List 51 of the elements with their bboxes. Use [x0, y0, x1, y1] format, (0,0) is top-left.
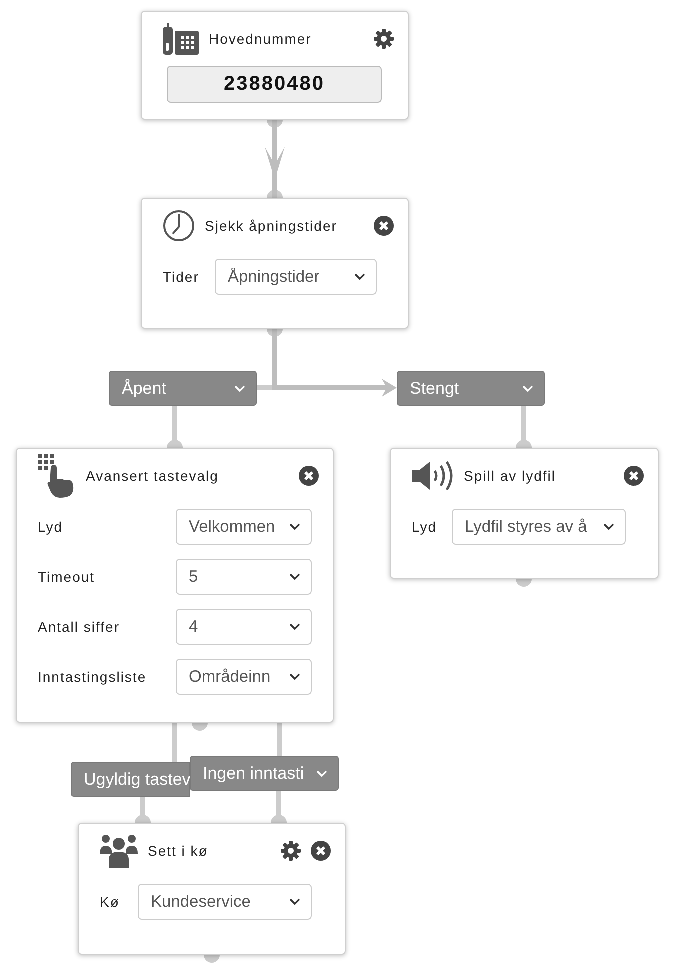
connector-line — [257, 386, 275, 390]
branch-dropdown[interactable]: Åpent — [109, 371, 257, 406]
flow-node-card[interactable]: Sett i kø Kø Kundeservice — [78, 823, 346, 955]
node-title: Avansert tastevalg — [86, 468, 219, 484]
branch-dropdown[interactable]: Ingen inntasti — [190, 756, 339, 791]
field-label: Antall siffer — [38, 619, 121, 635]
branch-dropdown[interactable]: Ugyldig tastev — [71, 762, 190, 797]
chevron-icon — [354, 273, 366, 281]
settings-icon[interactable] — [374, 29, 394, 49]
chevron-icon — [603, 523, 615, 531]
clock-icon — [163, 210, 195, 242]
close-icon[interactable] — [374, 216, 394, 236]
field-label: Inntastingsliste — [38, 669, 148, 685]
chevron-icon — [289, 573, 301, 581]
node-title: Sett i kø — [148, 843, 208, 859]
field-label: Lyd — [412, 519, 438, 535]
field-label: Timeout — [38, 569, 96, 585]
chevron-icon — [316, 770, 328, 778]
chevron-icon — [234, 384, 246, 392]
flow-node-card[interactable]: Avansert tastevalg Lyd Velkommen Timeout 5 Antall siffer 4 Inntastingsliste Områdeinn — [16, 448, 334, 723]
dropdown[interactable]: Kundeservice — [138, 884, 312, 920]
branch-dropdown[interactable]: Stengt — [397, 371, 545, 406]
dropdown[interactable]: 5 — [176, 559, 312, 595]
dropdown[interactable]: 4 — [176, 609, 312, 645]
chevron-icon — [289, 898, 301, 906]
connector-line — [172, 723, 178, 762]
field-label: Lyd — [38, 519, 64, 535]
node-title: Spill av lydfil — [464, 468, 556, 484]
keypad-hand-icon — [38, 454, 76, 498]
field-label: Kø — [100, 894, 121, 910]
node-title: Hovednummer — [209, 31, 312, 47]
connector-line — [278, 723, 282, 756]
close-icon[interactable] — [311, 841, 331, 861]
chevron-icon — [289, 623, 301, 631]
close-icon[interactable] — [624, 466, 644, 486]
chevron-icon — [289, 523, 301, 531]
phone-number-field[interactable]: 23880480 — [167, 66, 382, 103]
people-icon — [100, 834, 138, 868]
field-label: Tider — [163, 269, 200, 285]
dropdown[interactable]: Lydfil styres av å — [452, 509, 626, 545]
dropdown[interactable]: Velkommen — [176, 509, 312, 545]
flow-node-card[interactable]: Spill av lydfil Lyd Lydfil styres av å — [390, 448, 659, 579]
speaker-icon — [412, 460, 454, 492]
chevron-icon — [522, 384, 534, 392]
close-icon[interactable] — [299, 466, 319, 486]
dropdown[interactable]: Områdeinn — [176, 659, 312, 695]
settings-icon[interactable] — [281, 841, 301, 861]
flow-node-card[interactable]: Hovednummer 23880480 — [141, 11, 409, 120]
desk-phone-icon — [163, 23, 199, 55]
chevron-icon — [289, 673, 301, 681]
node-title: Sjekk åpningstider — [205, 218, 338, 234]
